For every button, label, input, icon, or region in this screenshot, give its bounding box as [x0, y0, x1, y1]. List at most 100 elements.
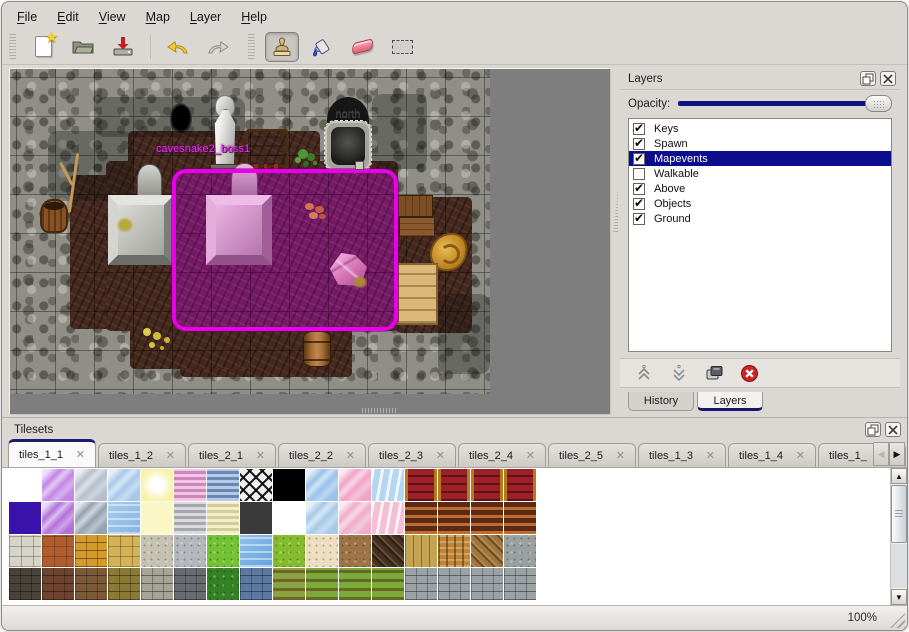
menu-item-layer[interactable]: Layer	[181, 7, 230, 29]
tile-swatch[interactable]	[240, 469, 272, 501]
tile-swatch[interactable]	[504, 535, 536, 567]
tile-swatch[interactable]	[174, 535, 206, 567]
undo-button[interactable]	[161, 32, 195, 62]
tile-swatch[interactable]	[9, 469, 41, 501]
tile-swatch[interactable]	[240, 502, 272, 534]
tile-swatch[interactable]	[504, 568, 536, 600]
tab-close-icon[interactable]: ✕	[166, 449, 175, 462]
tile-swatch[interactable]	[141, 568, 173, 600]
tile-swatch[interactable]	[372, 568, 404, 600]
tileset-tab-tiles_1_1[interactable]: tiles_1_1✕	[8, 439, 96, 467]
tab-close-icon[interactable]: ✕	[616, 449, 625, 462]
tile-swatch[interactable]	[438, 535, 470, 567]
menu-item-edit[interactable]: Edit	[48, 7, 88, 29]
toolbar-drag-handle[interactable]	[248, 34, 255, 60]
tile-swatch[interactable]	[207, 469, 239, 501]
tile-swatch[interactable]	[273, 568, 305, 600]
menu-item-file[interactable]: File	[8, 7, 46, 29]
tile-swatch[interactable]	[306, 568, 338, 600]
vertical-splitter-handle[interactable]	[613, 186, 618, 234]
close-panel-button[interactable]	[880, 71, 896, 86]
tile-swatch[interactable]	[339, 568, 371, 600]
tileset-tab-tiles_1_4[interactable]: tiles_1_4✕	[728, 443, 816, 467]
tile-swatch[interactable]	[75, 568, 107, 600]
tab-close-icon[interactable]: ✕	[256, 449, 265, 462]
tile-swatch[interactable]	[405, 469, 437, 501]
tile-swatch[interactable]	[141, 535, 173, 567]
opacity-slider-handle[interactable]	[865, 95, 892, 112]
scrollbar-thumb[interactable]	[891, 485, 907, 543]
layer-visible-checkbox-checked[interactable]: ✔	[633, 153, 645, 165]
tile-swatch[interactable]	[471, 469, 503, 501]
tile-swatch[interactable]	[471, 568, 503, 600]
tile-swatch[interactable]	[471, 535, 503, 567]
tileset-tab-tiles_2_1[interactable]: tiles_2_1✕	[188, 443, 276, 467]
tile-swatch[interactable]	[240, 535, 272, 567]
tile-swatch[interactable]	[372, 535, 404, 567]
opacity-slider-track[interactable]	[678, 101, 889, 106]
close-panel-button[interactable]	[885, 422, 901, 437]
tile-swatch[interactable]	[273, 469, 305, 501]
tab-close-icon[interactable]: ✕	[706, 449, 715, 462]
scroll-down-button[interactable]: ▼	[891, 589, 907, 605]
layer-row-walkable[interactable]: Walkable	[629, 166, 891, 181]
tile-swatch[interactable]	[174, 568, 206, 600]
tab-close-icon[interactable]: ✕	[526, 449, 535, 462]
map-viewport[interactable]: north cavesnake2_boss1	[9, 68, 611, 415]
dock-tab-layers[interactable]: Layers	[697, 392, 763, 411]
tile-swatch[interactable]	[141, 502, 173, 534]
tile-swatch[interactable]	[174, 502, 206, 534]
layer-row-keys[interactable]: ✔Keys	[629, 121, 891, 136]
duplicate-layer-button[interactable]	[704, 363, 724, 383]
opacity-slider[interactable]	[678, 95, 892, 112]
tile-swatch[interactable]	[306, 502, 338, 534]
tile-swatch[interactable]	[42, 568, 74, 600]
tile-swatch[interactable]	[438, 502, 470, 534]
delete-layer-button[interactable]	[739, 363, 759, 383]
tile-swatch[interactable]	[438, 469, 470, 501]
lower-layer-button[interactable]	[669, 363, 689, 383]
menu-item-map[interactable]: Map	[137, 7, 179, 29]
tile-swatch[interactable]	[372, 502, 404, 534]
cave-entrance-tile[interactable]	[325, 121, 371, 171]
tile-swatch[interactable]	[405, 502, 437, 534]
toolbar-drag-handle[interactable]	[9, 34, 16, 60]
tileset-tab-tiles_2_4[interactable]: tiles_2_4✕	[458, 443, 546, 467]
scrollbar-track[interactable]	[891, 544, 907, 588]
tileset-tab-tiles_2_5[interactable]: tiles_2_5✕	[548, 443, 636, 467]
event-selection-rectangle[interactable]	[172, 169, 398, 331]
layer-visible-checkbox-checked[interactable]: ✔	[633, 138, 645, 150]
event-handle-square[interactable]	[355, 161, 364, 170]
palette-scrollbar[interactable]: ▲ ▼	[890, 468, 907, 605]
tile-swatch[interactable]	[75, 469, 107, 501]
tile-swatch[interactable]	[438, 568, 470, 600]
tile-swatch[interactable]	[9, 502, 41, 534]
layer-visible-checkbox-checked[interactable]: ✔	[633, 198, 645, 210]
layer-row-objects[interactable]: ✔Objects	[629, 196, 891, 211]
tile-swatch[interactable]	[504, 469, 536, 501]
fill-tool-button[interactable]	[305, 32, 339, 62]
layer-visible-checkbox-checked[interactable]: ✔	[633, 123, 645, 135]
tile-swatch[interactable]	[306, 535, 338, 567]
horizontal-splitter-handle[interactable]	[362, 408, 396, 413]
tile-swatch[interactable]	[75, 502, 107, 534]
open-button[interactable]	[66, 32, 100, 62]
tile-swatch[interactable]	[42, 502, 74, 534]
tile-swatch[interactable]	[372, 469, 404, 501]
tile-swatch[interactable]	[108, 568, 140, 600]
tileset-tab-tiles_2_3[interactable]: tiles_2_3✕	[368, 443, 456, 467]
tab-close-icon[interactable]: ✕	[346, 449, 355, 462]
tile-swatch[interactable]	[306, 469, 338, 501]
float-panel-button[interactable]	[865, 422, 881, 437]
tile-swatch[interactable]	[108, 502, 140, 534]
tile-swatch[interactable]	[141, 469, 173, 501]
layer-visible-checkbox-checked[interactable]: ✔	[633, 213, 645, 225]
tab-close-icon[interactable]: ✕	[76, 448, 85, 461]
tile-swatch[interactable]	[108, 535, 140, 567]
dock-tab-history[interactable]: History	[628, 392, 694, 411]
scroll-up-button[interactable]: ▲	[891, 468, 907, 484]
tile-swatch[interactable]	[174, 469, 206, 501]
raise-layer-button[interactable]	[634, 363, 654, 383]
tile-swatch[interactable]	[471, 502, 503, 534]
tile-swatch[interactable]	[240, 568, 272, 600]
